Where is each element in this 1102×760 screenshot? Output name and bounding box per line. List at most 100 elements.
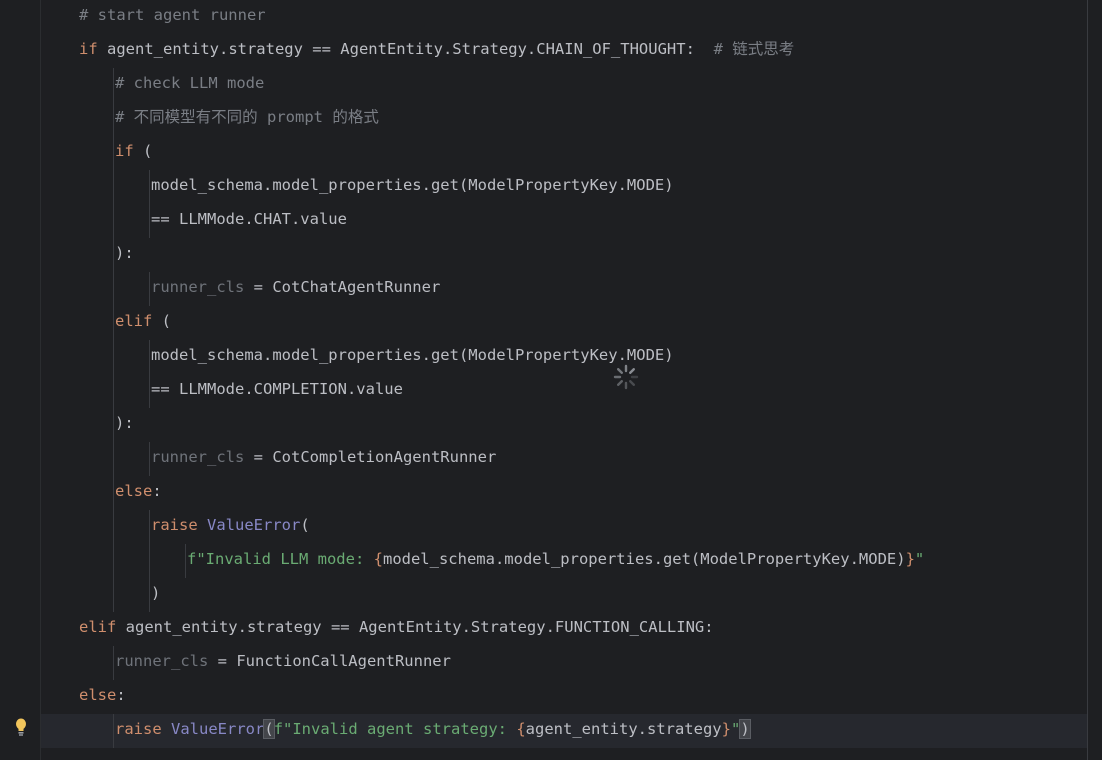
code-token: agent_entity.strategy [525,720,722,738]
code-token: agent_entity.strategy == AgentEntity.Str… [116,618,714,636]
code-line[interactable]: else: [41,476,1087,510]
code-line[interactable]: elif agent_entity.strategy == AgentEntit… [41,612,1087,646]
code-line[interactable]: runner_cls = FunctionCallAgentRunner [41,646,1087,680]
indent-guide [113,442,114,476]
spinner-tick [629,368,635,374]
code-token: : [116,686,126,704]
code-line[interactable]: == LLMMode.COMPLETION.value [41,374,1087,408]
code-token: f"Invalid LLM mode: [187,550,374,568]
code-line[interactable]: else: [41,680,1087,714]
indent-guide [113,646,114,680]
code-token: if [115,142,134,160]
code-line[interactable]: ): [41,238,1087,272]
code-token: ( [133,142,153,160]
indent-guide [149,204,150,238]
indent-guide [113,374,114,408]
code-token: raise [151,516,198,534]
code-token: = FunctionCallAgentRunner [208,652,451,670]
indent-guide [149,442,150,476]
code-token: ) [739,719,751,739]
code-line[interactable]: ): [41,408,1087,442]
code-token: # 链式思考 [713,40,795,58]
code-line[interactable]: if ( [41,136,1087,170]
indent-guide [113,102,114,136]
code-line[interactable]: elif ( [41,306,1087,340]
code-token: runner_cls [151,278,245,296]
code-token: else [79,686,117,704]
code-token: model_schema.model_properties.get(ModelP… [151,176,674,194]
spinner-tick [617,368,623,374]
code-token: : [152,482,162,500]
code-line[interactable]: model_schema.model_properties.get(ModelP… [41,170,1087,204]
indent-guide [113,306,114,340]
indent-guide [149,170,150,204]
code-token: else [115,482,153,500]
indent-guide [149,340,150,374]
code-token: model_schema.model_properties.get(ModelP… [151,346,674,364]
code-line[interactable]: == LLMMode.CHAT.value [41,204,1087,238]
code-line[interactable]: f"Invalid LLM mode: {model_schema.model_… [41,544,1087,578]
code-token: runner_cls [151,448,245,466]
code-token: ): [115,244,134,262]
indent-guide [149,510,150,544]
code-token: ): [115,414,134,432]
indent-guide [113,170,114,204]
indent-guide [113,272,114,306]
spinner-tick [617,380,623,386]
code-token: { [516,720,526,738]
code-line[interactable]: runner_cls = CotCompletionAgentRunner [41,442,1087,476]
code-line[interactable]: if agent_entity.strategy == AgentEntity.… [41,34,1087,68]
code-token: } [721,720,731,738]
indent-guide [113,510,114,544]
code-token: ) [151,584,161,602]
indent-guide [149,374,150,408]
code-token: # 不同模型有不同的 prompt 的格式 [115,108,379,126]
code-token: agent_entity.strategy == AgentEntity.Str… [97,40,714,58]
indent-guide [149,544,150,578]
indent-guide [113,68,114,102]
indent-guide [113,136,114,170]
code-editor[interactable]: # start agent runner if agent_entity.stra… [41,0,1087,760]
code-line[interactable]: model_schema.model_properties.get(ModelP… [41,340,1087,374]
code-token: ValueError [207,516,301,534]
code-token: if [79,40,98,58]
code-token: runner_cls [115,652,209,670]
code-token: " [730,720,741,738]
indent-guide [113,204,114,238]
indent-guide [113,238,114,272]
code-token: # start agent runner [79,6,266,24]
code-line[interactable]: ) [41,578,1087,612]
indent-guide [149,272,150,306]
editor-gutter[interactable] [0,0,40,760]
code-token: = CotChatAgentRunner [244,278,441,296]
code-token: == LLMMode.CHAT.value [151,210,347,228]
code-token: f"Invalid agent strategy: [273,720,517,738]
code-token: elif [79,618,117,636]
indent-guide [113,408,114,442]
code-token: ValueError [171,720,265,738]
code-token: " [914,550,925,568]
code-token: { [373,550,383,568]
editor-right-margin [1087,0,1088,760]
code-line[interactable]: raise ValueError( [41,510,1087,544]
code-token: } [905,550,915,568]
lightbulb-icon[interactable] [13,717,29,737]
indent-guide [185,544,186,578]
code-line[interactable]: # 不同模型有不同的 prompt 的格式 [41,102,1087,136]
code-token: ( [263,719,275,739]
code-token: == LLMMode.COMPLETION.value [151,380,403,398]
code-token: ( [300,516,310,534]
code-token: model_schema.model_properties.get(ModelP… [382,550,906,568]
code-line[interactable]: runner_cls = CotChatAgentRunner [41,272,1087,306]
code-line[interactable]: # check LLM mode [41,68,1087,102]
indent-guide [113,578,114,612]
indent-guide [113,476,114,510]
code-token: elif [115,312,153,330]
code-line[interactable]: # start agent runner [41,0,1087,34]
code-token: ( [152,312,171,330]
code-token: raise [115,720,162,738]
indent-guide [113,714,114,748]
code-line[interactable]: raise ValueError(f"Invalid agent strateg… [41,714,1087,748]
